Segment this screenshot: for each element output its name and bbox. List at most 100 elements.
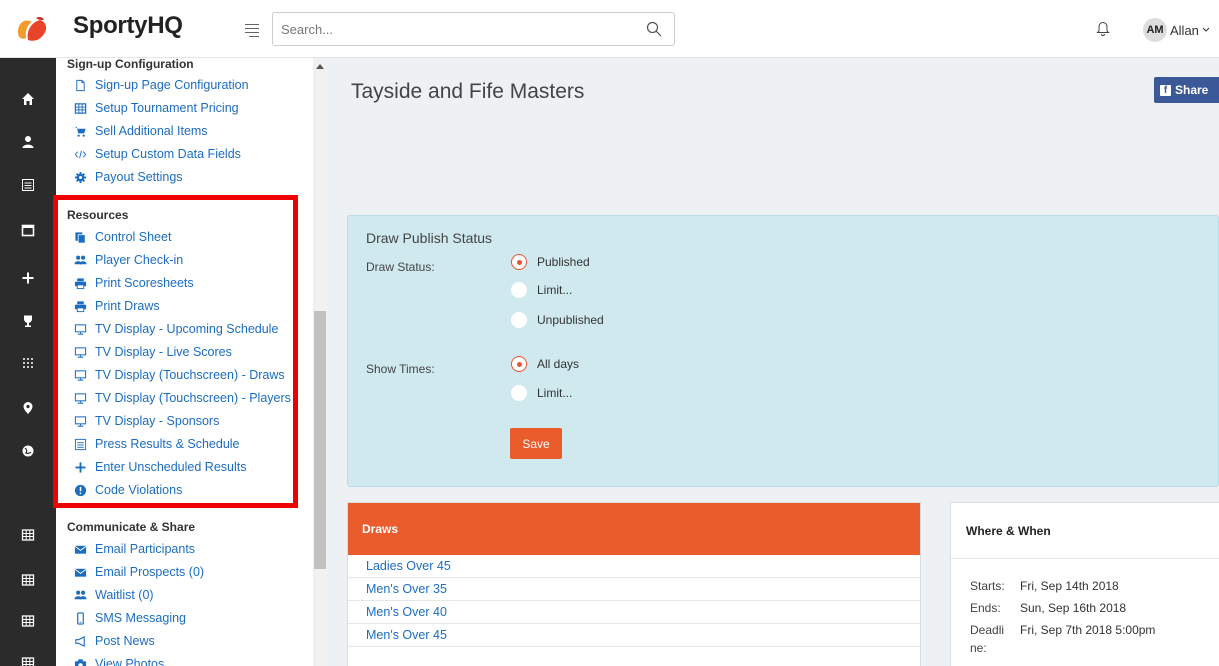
sidebar-link-communicate[interactable]: Email Prospects (0): [73, 562, 204, 582]
resources-highlight-box: [53, 195, 298, 508]
deadline-label: Deadli ne:: [970, 623, 1005, 655]
rail-item-10[interactable]: [0, 523, 56, 547]
share-label: Share: [1175, 83, 1209, 97]
radio-label: Limit...: [537, 283, 573, 297]
radio-button[interactable]: [511, 282, 527, 298]
table-icon: [21, 657, 35, 666]
search-box: [272, 12, 675, 46]
rail-item-7[interactable]: [0, 351, 56, 375]
radio-button[interactable]: [511, 385, 527, 401]
rail-item-2[interactable]: [0, 130, 56, 154]
icon-rail: [0, 58, 56, 666]
draw-link[interactable]: Men's Over 45: [348, 624, 920, 647]
sidebar-link-label: View Photos: [95, 657, 165, 666]
rail-item-12[interactable]: [0, 609, 56, 633]
radio-draw_status_options[interactable]: Limit...: [511, 282, 572, 298]
rail-item-3[interactable]: [0, 173, 56, 197]
radio-draw_status_options[interactable]: Published: [511, 254, 590, 270]
rail-item-13[interactable]: [0, 651, 56, 666]
users-icon: [73, 588, 87, 602]
table-icon: [21, 615, 35, 627]
list-icon: [22, 179, 34, 191]
scroll-up-arrow-icon[interactable]: [316, 64, 324, 69]
radio-draw_status_options[interactable]: Unpublished: [511, 312, 604, 328]
envelope-icon: [73, 542, 87, 556]
sidebar-link-signup[interactable]: Sell Additional Items: [73, 121, 208, 141]
radio-show_times_options[interactable]: All days: [511, 356, 579, 372]
show-times-label: Show Times:: [366, 362, 435, 376]
radio-label: All days: [537, 357, 580, 371]
draw-link[interactable]: Men's Over 40: [348, 601, 920, 624]
sportyhq-logo-icon[interactable]: [14, 14, 50, 44]
sidebar-link-signup[interactable]: Payout Settings: [73, 167, 183, 187]
rail-item-4[interactable]: [0, 218, 56, 242]
sidebar-scrollbar[interactable]: [313, 58, 327, 666]
table-icon: [21, 529, 35, 541]
brand-name[interactable]: SportyHQ: [73, 12, 183, 40]
sidebar-link-label: Email Prospects (0): [95, 565, 205, 579]
globe-icon: [22, 445, 34, 457]
rail-item-5[interactable]: [0, 266, 56, 290]
chevron-down-icon[interactable]: [1202, 27, 1210, 33]
sidebar-link-communicate[interactable]: SMS Messaging: [73, 608, 186, 628]
code-icon: [73, 147, 87, 161]
bell-icon[interactable]: [1096, 20, 1110, 36]
sidebar-link-signup[interactable]: Setup Custom Data Fields: [73, 144, 241, 164]
sidebar-link-communicate[interactable]: Waitlist (0): [73, 585, 154, 605]
draw-publish-panel: Draw Publish Status Draw Status: Show Ti…: [347, 215, 1219, 487]
user-name[interactable]: Allan: [1170, 23, 1199, 38]
sidebar-link-label: Post News: [95, 634, 155, 648]
rail-item-9[interactable]: [0, 439, 56, 463]
gear-icon: [73, 170, 87, 184]
starts-value: Fri, Sep 14th 2018: [1020, 579, 1119, 593]
avatar[interactable]: AM: [1143, 18, 1167, 42]
user-icon: [22, 136, 34, 148]
draw-status-label: Draw Status:: [366, 260, 435, 274]
sidebar-link-label: Email Participants: [95, 542, 196, 556]
map-pin-icon: [23, 402, 33, 414]
rail-item-8[interactable]: [0, 396, 56, 420]
user-menu[interactable]: AM Allan: [1143, 18, 1210, 42]
sidebar-link-label: Setup Tournament Pricing: [95, 101, 239, 115]
radio-button[interactable]: [511, 254, 527, 270]
radio-button[interactable]: [511, 356, 527, 372]
where-when-header: Where & When: [951, 503, 1219, 559]
rail-item-11[interactable]: [0, 568, 56, 592]
ends-label: Ends:: [970, 601, 1001, 615]
sidebar-link-communicate[interactable]: View Photos: [73, 654, 164, 666]
top-bar: SportyHQ AM Allan: [0, 0, 1219, 58]
menu-toggle-icon[interactable]: [245, 24, 259, 40]
draw-link[interactable]: Men's Over 35: [348, 578, 920, 601]
cart-icon: [73, 124, 87, 138]
trophy-icon: [24, 315, 32, 327]
home-icon: [22, 93, 34, 105]
sidebar-link-signup[interactable]: Setup Tournament Pricing: [73, 98, 239, 118]
radio-show_times_options[interactable]: Limit...: [511, 385, 572, 401]
draws-panel: Draws Ladies Over 45 Men's Over 35 Men's O…: [347, 502, 921, 666]
radio-label: Limit...: [537, 386, 573, 400]
rail-item-6[interactable]: [0, 309, 56, 333]
scroll-thumb[interactable]: [314, 311, 326, 569]
sidebar-link-communicate[interactable]: Email Participants: [73, 539, 195, 559]
radio-label: Published: [537, 255, 590, 269]
sidebar-link-label: Sign-up Page Configuration: [95, 78, 249, 92]
envelope-icon: [73, 565, 87, 579]
search-input[interactable]: [273, 13, 633, 45]
share-button[interactable]: f Share: [1154, 77, 1219, 103]
sidebar-link-label: Sell Additional Items: [95, 124, 208, 138]
save-button[interactable]: Save: [510, 428, 562, 459]
facebook-icon: f: [1160, 84, 1171, 96]
rail-item-1[interactable]: [0, 87, 56, 111]
sidebar-link-label: Setup Custom Data Fields: [95, 147, 241, 161]
plus-icon: [22, 272, 34, 284]
ends-value: Sun, Sep 16th 2018: [1020, 601, 1127, 615]
file-icon: [73, 78, 87, 92]
radio-button[interactable]: [511, 312, 527, 328]
where-when-panel: Where & When Starts: Fri, Sep 14th 2018 …: [950, 502, 1219, 666]
radio-label: Unpublished: [537, 313, 604, 327]
sidebar-link-communicate[interactable]: Post News: [73, 631, 155, 651]
sidebar-link-signup[interactable]: Sign-up Page Configuration: [73, 75, 249, 95]
search-icon[interactable]: [646, 21, 662, 37]
draw-link[interactable]: Ladies Over 45: [348, 555, 920, 578]
starts-label: Starts:: [970, 579, 1005, 593]
